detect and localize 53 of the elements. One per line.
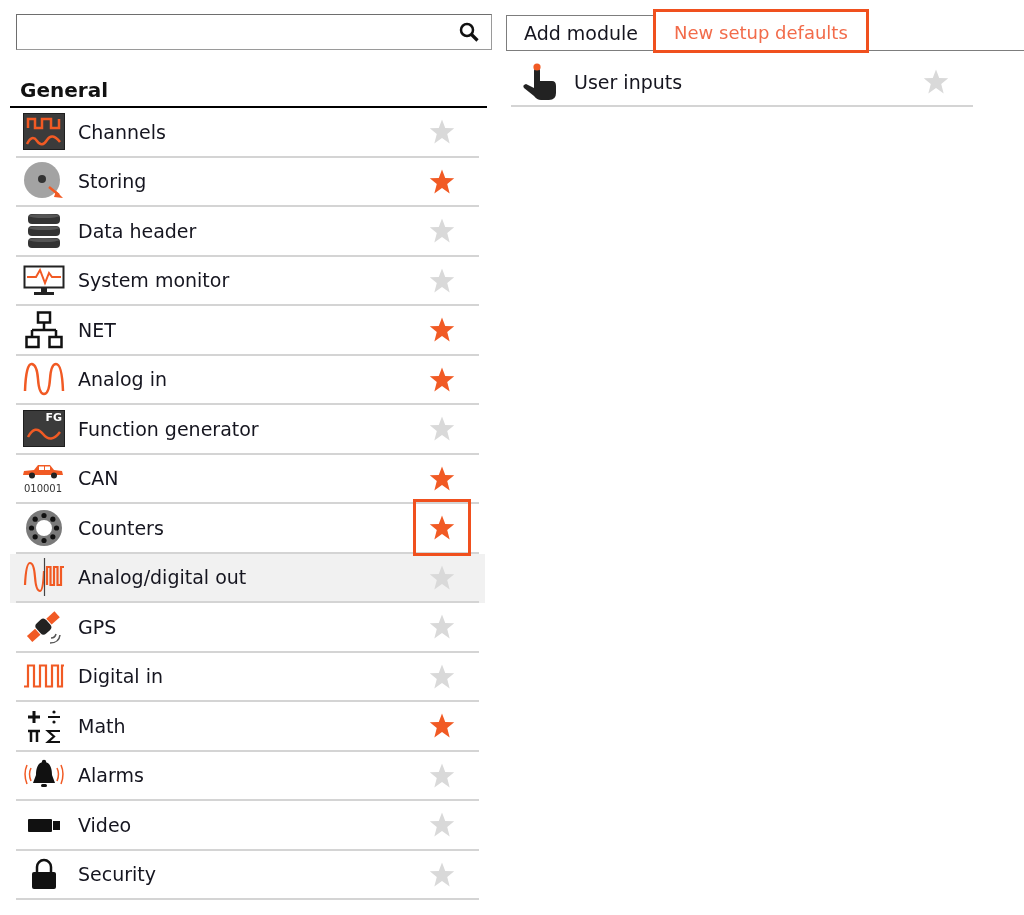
item-label: Security <box>78 862 158 887</box>
star-icon[interactable] <box>429 663 455 689</box>
star-icon[interactable] <box>429 366 455 392</box>
star-icon[interactable] <box>923 69 949 94</box>
star-icon[interactable] <box>429 317 455 343</box>
star-icon[interactable] <box>429 515 455 541</box>
item-label: Storing <box>78 169 148 194</box>
search-icon[interactable] <box>459 22 479 42</box>
search-field[interactable] <box>16 14 492 50</box>
binary-code-label: 010001 <box>23 482 63 494</box>
item-label: Alarms <box>78 763 145 788</box>
star-icon[interactable] <box>429 218 455 244</box>
car-icon <box>22 462 64 479</box>
star-icon[interactable] <box>429 762 455 788</box>
star-icon[interactable] <box>429 812 455 838</box>
sine-wave-icon <box>23 361 65 398</box>
item-label: Math <box>78 713 127 738</box>
module-item[interactable]: User inputs <box>511 58 973 107</box>
star-icon[interactable] <box>429 465 455 491</box>
star-icon[interactable] <box>429 168 455 194</box>
item-label: Data header <box>78 218 198 243</box>
item-label: NET <box>78 317 117 342</box>
star-icon[interactable] <box>429 614 455 640</box>
star-icon[interactable] <box>429 119 455 145</box>
star-icon[interactable] <box>429 267 455 293</box>
item-label: Digital in <box>78 664 164 689</box>
star-icon[interactable] <box>429 713 455 739</box>
pointing-hand-icon <box>522 62 558 101</box>
icon-label: FG <box>45 412 62 425</box>
item-label: Function generator <box>78 416 260 441</box>
dotted-ring-icon <box>25 508 63 547</box>
module-item[interactable]: Analog/digital out <box>10 553 485 603</box>
item-label: GPS <box>78 614 118 639</box>
item-label: System monitor <box>78 268 231 293</box>
video-camera-icon <box>27 816 61 833</box>
item-label: Analog in <box>78 367 168 392</box>
star-icon[interactable] <box>429 416 455 442</box>
item-label: Channels <box>78 119 167 144</box>
monitor-icon <box>23 264 65 296</box>
section-heading: General <box>19 78 108 102</box>
network-icon <box>25 310 63 349</box>
item-label: Video <box>78 812 133 837</box>
item-label: User inputs <box>574 69 684 94</box>
waveform-tile-icon <box>23 113 65 151</box>
item-label: Counters <box>78 515 165 540</box>
star-icon[interactable] <box>429 564 455 590</box>
lock-icon <box>30 858 58 891</box>
item-label: CAN <box>78 466 120 491</box>
database-icon <box>26 211 62 250</box>
star-icon[interactable] <box>429 861 455 887</box>
square-wave-icon <box>23 664 65 689</box>
mixed-wave-icon <box>23 557 65 598</box>
item-label: Analog/digital out <box>78 565 248 590</box>
